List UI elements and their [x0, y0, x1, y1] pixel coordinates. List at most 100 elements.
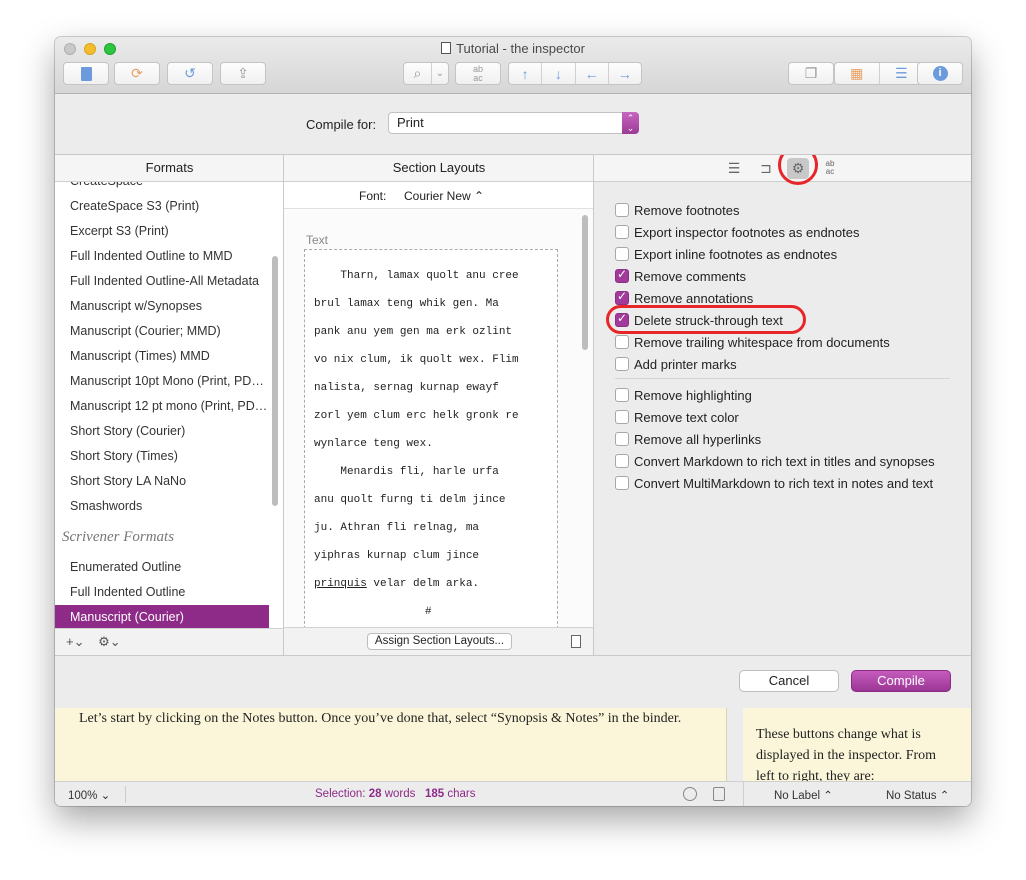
undo-button[interactable]: ↺ [167, 62, 213, 85]
option-row[interactable]: Add printer marks [615, 354, 737, 374]
option-row[interactable]: Export inline footnotes as endnotes [615, 244, 837, 264]
formats-scrollbar[interactable] [272, 256, 278, 506]
checkbox[interactable] [615, 357, 629, 371]
option-row[interactable]: Export inspector footnotes as endnotes [615, 222, 859, 242]
label-select[interactable]: No Label ⌃ [774, 788, 833, 802]
formats-header: Formats [55, 155, 283, 182]
option-row[interactable]: Convert MultiMarkdown to rich text in no… [615, 473, 933, 493]
notes-toggle-icon[interactable] [713, 787, 725, 801]
inspector-button[interactable]: i [917, 62, 963, 85]
option-label: Export inspector footnotes as endnotes [634, 224, 860, 240]
preview-line: prinquis velar delm arka. [314, 578, 479, 590]
find-replace-icon: ab ac [473, 64, 483, 83]
preview-scrollbar[interactable] [582, 215, 588, 350]
option-row[interactable]: Remove highlighting [615, 385, 752, 405]
replace-icon[interactable]: ab ac [819, 158, 841, 179]
binder-button[interactable] [63, 62, 109, 85]
format-list-item[interactable]: Full Indented Outline to MMD [55, 244, 269, 269]
option-row[interactable]: Remove all hyperlinks [615, 429, 761, 449]
move-up-icon[interactable]: ↑ [509, 63, 543, 84]
checkbox[interactable] [615, 225, 629, 239]
editor-pane[interactable]: Let’s start by clicking on the Notes but… [55, 708, 727, 781]
page-settings-icon[interactable] [571, 635, 581, 648]
option-label: Remove footnotes [634, 202, 740, 218]
format-list-item[interactable]: Full Indented Outline [55, 580, 269, 605]
compile-options-panel: ☰ ⊐ ⚙ ab ac Remove footnotes Export inspec… [594, 155, 971, 655]
font-label: Font: [359, 189, 387, 203]
compile-button[interactable]: Compile [851, 670, 951, 692]
assign-section-layouts-button[interactable]: Assign Section Layouts... [367, 633, 512, 650]
format-list-item[interactable]: Smashwords [55, 494, 269, 519]
cancel-button[interactable]: Cancel [739, 670, 839, 692]
tag-icon[interactable]: ⊐ [755, 158, 777, 179]
status-bar: 100% ⌄ Selection: 28 words 185 chars No … [55, 781, 971, 806]
preview-line: vo nix clum, ik quolt wex. Flim [314, 354, 519, 366]
format-list-item[interactable]: Full Indented Outline-All Metadata [55, 269, 269, 294]
window-title-text: Tutorial - the inspector [456, 41, 585, 56]
collections-button[interactable]: ⟳ [114, 62, 160, 85]
option-row[interactable]: Remove footnotes [615, 200, 740, 220]
editor-text: Let’s start by clicking on the Notes but… [79, 711, 682, 726]
option-row[interactable]: Remove text color [615, 407, 739, 427]
binder-icon [80, 66, 92, 81]
format-list-item[interactable]: Excerpt S3 (Print) [55, 219, 269, 244]
search-menu-chevron-icon: ⌄ [435, 68, 445, 79]
target-icon[interactable] [683, 787, 697, 801]
preview-scene-separator: # [425, 606, 432, 618]
format-list-item-selected[interactable]: Manuscript (Courier) [55, 605, 269, 628]
move-down-icon[interactable]: ↓ [542, 63, 576, 84]
search-button[interactable]: ⌕ ⌄ [403, 62, 449, 85]
format-list-item[interactable]: Manuscript (Times) MMD [55, 344, 269, 369]
checkbox[interactable] [615, 335, 629, 349]
option-row[interactable]: Remove trailing whitespace from document… [615, 332, 890, 352]
format-list-item[interactable]: Short Story LA NaNo [55, 469, 269, 494]
compile-for-bar: Compile for: Print ⌃ ⌄ [55, 94, 971, 155]
move-left-icon[interactable]: ← [576, 63, 609, 84]
checkbox[interactable] [615, 476, 629, 490]
format-label-bottom: ac [473, 72, 483, 83]
format-list-item[interactable]: CreateSpace [55, 182, 269, 194]
format-list-item[interactable]: CreateSpace S3 (Print) [55, 194, 269, 219]
zoom-select[interactable]: 100% ⌄ [68, 788, 110, 802]
font-row: Font: Courier New ⌃ [284, 182, 593, 209]
move-arrows-group: ↑ ↓ ← → [508, 62, 642, 85]
format-actions-gear-button[interactable]: ⚙⌄ [98, 634, 121, 649]
checkbox[interactable] [615, 410, 629, 424]
corkboard-icon[interactable]: ▦ [835, 63, 880, 84]
option-row[interactable]: Remove comments [615, 266, 746, 286]
preview-underlined-word: prinquis [314, 578, 367, 590]
format-list-item[interactable]: Short Story (Times) [55, 444, 269, 469]
format-list-item[interactable]: Short Story (Courier) [55, 419, 269, 444]
checkbox[interactable] [615, 432, 629, 446]
selection-prefix: Selection: [315, 788, 369, 800]
format-list-item[interactable]: Manuscript 12 pt mono (Print, PD… [55, 394, 269, 419]
add-format-button[interactable]: +⌄ [66, 634, 84, 649]
option-row[interactable]: Convert Markdown to rich text in titles … [615, 451, 935, 471]
checkbox[interactable] [615, 388, 629, 402]
checkbox-checked[interactable] [615, 289, 629, 305]
checkbox[interactable] [615, 247, 629, 261]
list-icon[interactable]: ☰ [723, 158, 745, 179]
formats-footer: +⌄ ⚙⌄ [55, 628, 283, 655]
zoom-value: 100% [68, 790, 98, 802]
format-button[interactable]: ab ac [455, 62, 501, 85]
words-label: words [381, 788, 416, 800]
format-list-item[interactable]: Manuscript w/Synopses [55, 294, 269, 319]
info-icon: i [932, 66, 948, 81]
compile-for-select[interactable]: Print ⌃ ⌄ [388, 112, 639, 134]
titlebar: Tutorial - the inspector ⟳ ↺ ⇪ ⌕ ⌄ ab ac … [55, 37, 971, 94]
font-select[interactable]: Courier New ⌃ [404, 189, 484, 203]
preview-page: prinquis velar delm arka. # Tharn, lamax… [304, 249, 558, 627]
checkbox[interactable] [615, 454, 629, 468]
checkbox-checked[interactable] [615, 267, 629, 283]
format-list-item[interactable]: Enumerated Outline [55, 555, 269, 580]
format-list-item[interactable]: Manuscript (Courier; MMD) [55, 319, 269, 344]
struck-through-highlight-ring [606, 305, 806, 334]
status-select[interactable]: No Status ⌃ [886, 788, 949, 802]
options-separator [615, 378, 950, 379]
move-right-icon[interactable]: → [609, 63, 641, 84]
format-list-item[interactable]: Manuscript 10pt Mono (Print, PD… [55, 369, 269, 394]
checkbox[interactable] [615, 203, 629, 217]
copies-button[interactable]: ❐ [788, 62, 834, 85]
share-button[interactable]: ⇪ [220, 62, 266, 85]
